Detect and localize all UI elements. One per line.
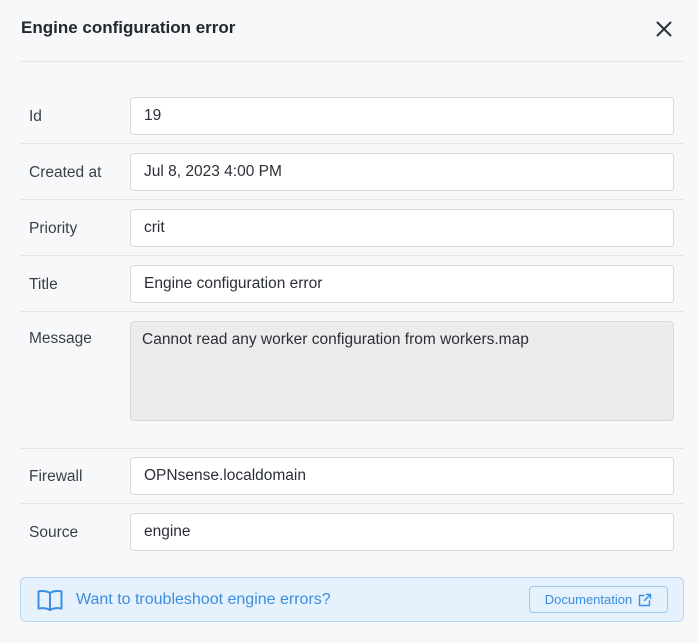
external-link-icon <box>639 593 652 606</box>
banner-text: Want to troubleshoot engine errors? <box>76 591 331 608</box>
source-label: Source <box>29 524 79 541</box>
troubleshoot-banner: Want to troubleshoot engine errors? Docu… <box>20 577 684 622</box>
title-label: Title <box>29 276 58 293</box>
message-label: Message <box>29 330 92 347</box>
documentation-button-label: Documentation <box>544 592 633 607</box>
field-row-title: Title Engine configuration error <box>20 256 684 312</box>
dialog-header: Engine configuration error <box>20 0 684 62</box>
id-label: Id <box>29 108 42 125</box>
firewall-label: Firewall <box>29 468 83 485</box>
id-field[interactable]: 19 <box>130 97 674 135</box>
field-row-created-at: Created at Jul 8, 2023 4:00 PM <box>20 144 684 200</box>
documentation-button[interactable]: Documentation <box>529 586 668 613</box>
source-field[interactable]: engine <box>130 513 674 551</box>
priority-label: Priority <box>29 220 78 237</box>
field-row-firewall: Firewall OPNsense.localdomain <box>20 449 684 504</box>
firewall-field[interactable]: OPNsense.localdomain <box>130 457 674 495</box>
dialog-title: Engine configuration error <box>21 18 236 37</box>
close-button[interactable] <box>652 17 676 41</box>
book-icon <box>36 588 64 612</box>
field-row-id: Id 19 <box>20 88 684 144</box>
close-icon <box>656 21 672 37</box>
field-row-source: Source engine <box>20 504 684 560</box>
field-row-message: Message Cannot read any worker configura… <box>20 312 684 449</box>
message-textarea[interactable]: Cannot read any worker configuration fro… <box>130 321 674 421</box>
created-at-field[interactable]: Jul 8, 2023 4:00 PM <box>130 153 674 191</box>
created-at-label: Created at <box>29 164 102 181</box>
error-detail-dialog: Engine configuration error Id 19 Created… <box>0 0 698 643</box>
field-row-priority: Priority crit <box>20 200 684 256</box>
priority-field[interactable]: crit <box>130 209 674 247</box>
title-field[interactable]: Engine configuration error <box>130 265 674 303</box>
